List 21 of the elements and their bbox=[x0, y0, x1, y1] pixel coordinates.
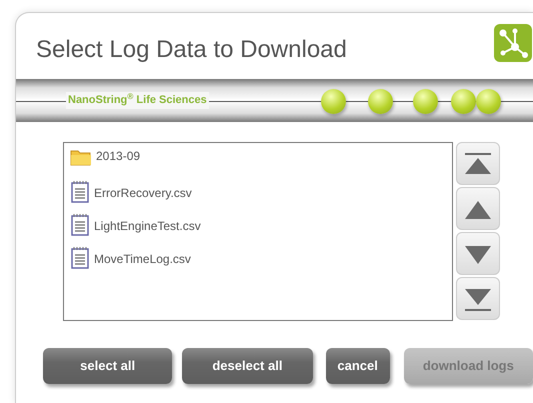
file-icon bbox=[70, 213, 90, 237]
brand-logo: NanoString$^{®}$ Life Sciences bbox=[66, 92, 209, 109]
file-icon bbox=[70, 180, 90, 204]
action-button[interactable]: deselect all bbox=[182, 348, 313, 384]
file-item[interactable]: ErrorRecovery.csv bbox=[94, 184, 192, 202]
file-item[interactable]: MoveTimeLog.csv bbox=[94, 250, 191, 268]
file-item[interactable]: LightEngineTest.csv bbox=[94, 217, 201, 235]
file-icon bbox=[70, 246, 90, 270]
folder-item[interactable]: 2013-09 bbox=[96, 147, 140, 165]
window-title: Select Log Data to Download bbox=[36, 37, 347, 64]
progress-dot bbox=[413, 89, 438, 114]
scroll-top-button[interactable] bbox=[456, 142, 500, 185]
scroll-bottom-button[interactable] bbox=[456, 277, 500, 320]
progress-dot bbox=[451, 89, 476, 114]
action-button[interactable]: cancel bbox=[326, 348, 390, 384]
scroll-up-button[interactable] bbox=[456, 187, 500, 230]
scroll-down-button[interactable] bbox=[456, 232, 500, 275]
action-button[interactable]: select all bbox=[43, 348, 172, 384]
progress-dot bbox=[321, 89, 346, 114]
progress-dot bbox=[476, 89, 501, 114]
progress-dot bbox=[368, 89, 393, 114]
